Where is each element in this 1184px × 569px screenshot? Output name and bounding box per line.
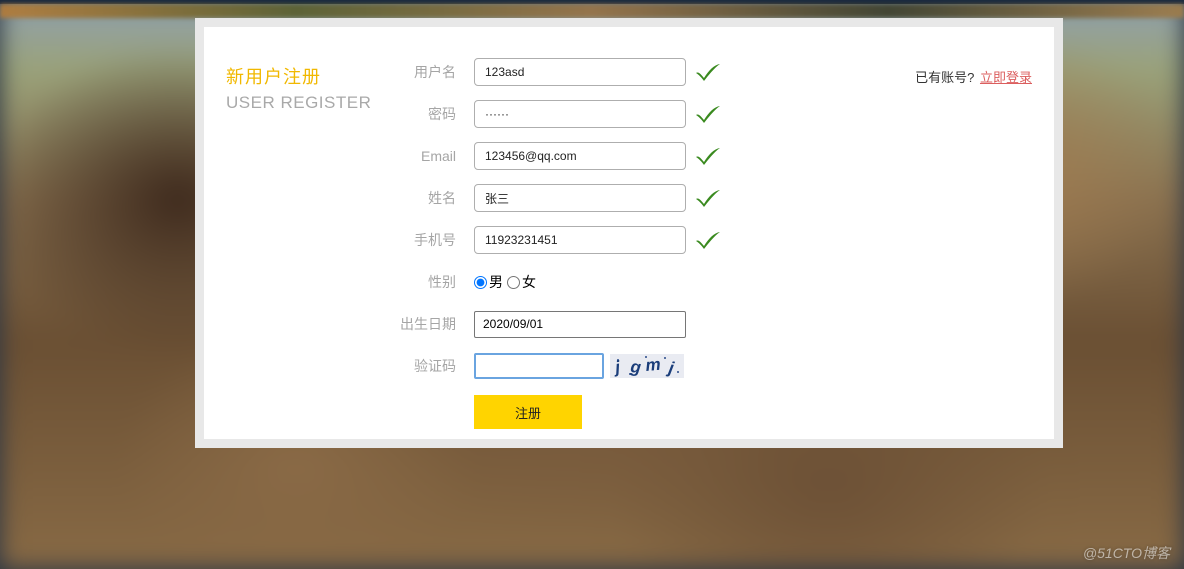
label-birth: 出生日期	[396, 314, 474, 334]
top-strip	[0, 4, 1184, 18]
captcha-image[interactable]: j g m j	[610, 354, 684, 378]
username-input[interactable]	[474, 58, 686, 86]
label-phone: 手机号	[396, 230, 474, 250]
label-password: 密码	[396, 104, 474, 124]
row-submit: 注册	[396, 395, 887, 429]
gender-radio-group: 男 女	[474, 272, 540, 292]
radio-male-label: 男	[489, 272, 503, 292]
label-gender: 性别	[396, 272, 474, 292]
check-icon	[694, 104, 722, 124]
phone-input[interactable]	[474, 226, 686, 254]
check-icon	[694, 230, 722, 250]
captcha-input[interactable]	[474, 353, 604, 379]
password-input[interactable]	[474, 100, 686, 128]
label-captcha: 验证码	[396, 356, 474, 376]
title-en: USER REGISTER	[226, 93, 396, 113]
name-input[interactable]	[474, 184, 686, 212]
has-account-text: 已有账号?	[915, 70, 974, 85]
row-birth: 出生日期	[396, 303, 887, 345]
side-col: 已有账号? 立即登录	[887, 45, 1032, 421]
svg-text:m: m	[645, 355, 662, 375]
submit-button[interactable]: 注册	[474, 395, 582, 429]
row-username: 用户名	[396, 51, 887, 93]
watermark: @51CTO博客	[1083, 543, 1170, 563]
label-name: 姓名	[396, 188, 474, 208]
row-phone: 手机号	[396, 219, 887, 261]
label-username: 用户名	[396, 62, 474, 82]
login-link[interactable]: 立即登录	[980, 70, 1032, 85]
row-gender: 性别 男 女	[396, 261, 887, 303]
check-icon	[694, 188, 722, 208]
title-block: 新用户注册 USER REGISTER	[226, 45, 396, 421]
email-input[interactable]	[474, 142, 686, 170]
title-cn: 新用户注册	[226, 63, 396, 89]
row-name: 姓名	[396, 177, 887, 219]
check-icon	[694, 62, 722, 82]
radio-female-label: 女	[522, 272, 536, 292]
radio-male[interactable]	[474, 276, 487, 289]
label-email: Email	[396, 148, 474, 164]
register-card: 新用户注册 USER REGISTER 用户名 密码 Email 姓名	[195, 18, 1063, 448]
row-password: 密码	[396, 93, 887, 135]
check-icon	[694, 146, 722, 166]
register-form: 用户名 密码 Email 姓名	[396, 45, 887, 421]
birth-input[interactable]	[474, 311, 686, 338]
row-email: Email	[396, 135, 887, 177]
radio-female[interactable]	[507, 276, 520, 289]
row-captcha: 验证码 j g m j	[396, 345, 887, 387]
